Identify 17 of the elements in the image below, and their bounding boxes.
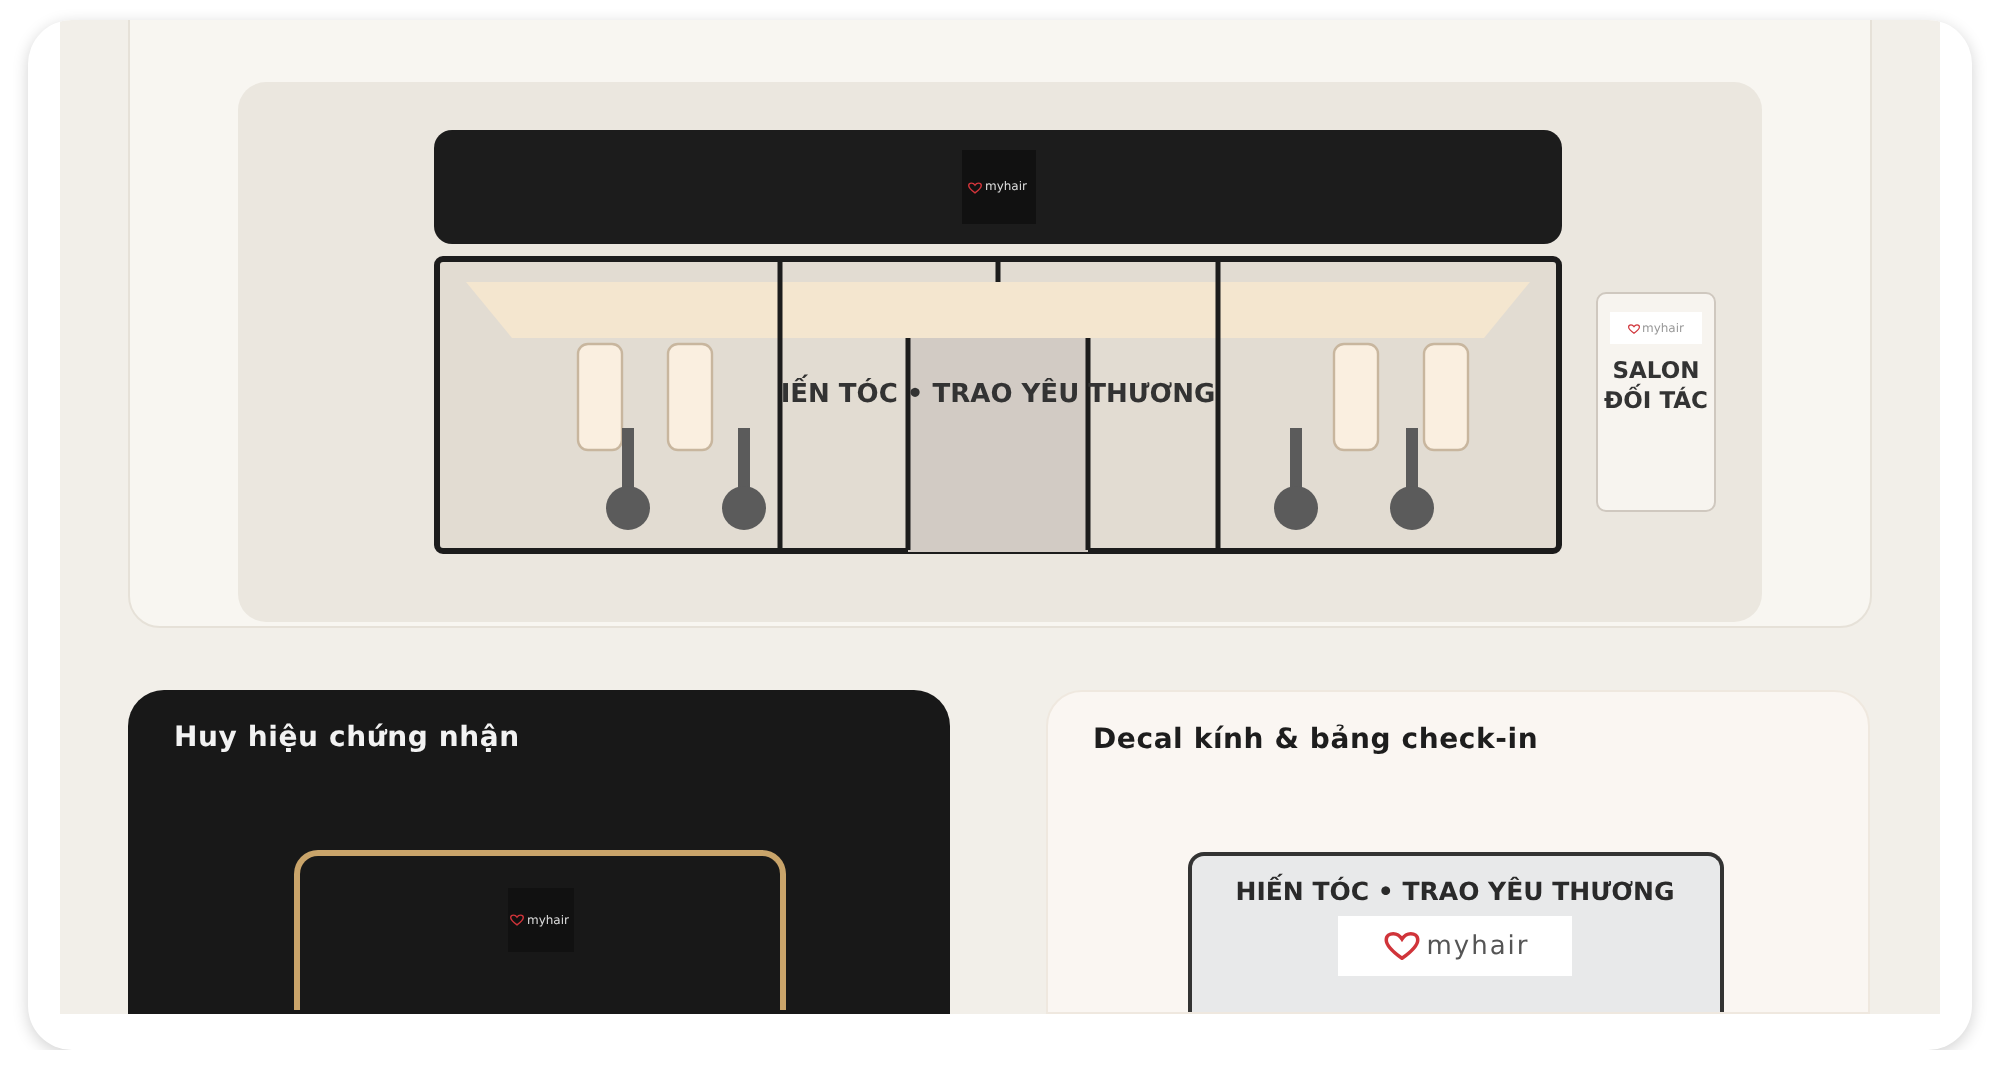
salon-chair-shape <box>1274 428 1318 530</box>
card-title: Huy hiệu chứng nhận <box>174 722 522 758</box>
mirror-shape <box>576 342 624 452</box>
heart-icon <box>968 181 983 193</box>
heart-icon <box>1627 323 1640 333</box>
salon-chair-shape <box>606 428 650 530</box>
salon-chair-shape <box>722 428 766 530</box>
salon-chair-shape <box>1390 428 1434 530</box>
board-slogan: HIẾN TÓC • TRAO YÊU THƯƠNG <box>1233 876 1677 906</box>
heart-icon <box>510 914 525 926</box>
mirror-shape <box>1332 342 1380 452</box>
standee-label: SALON ĐỐI TÁC <box>1602 356 1710 416</box>
mirror-shape <box>1422 342 1470 452</box>
mirror-shape <box>666 342 714 452</box>
heart-icon <box>1380 932 1425 960</box>
brand-logo-text: myhair <box>1426 931 1530 961</box>
card-title: Decal kính & bảng check-in <box>1093 724 1541 760</box>
